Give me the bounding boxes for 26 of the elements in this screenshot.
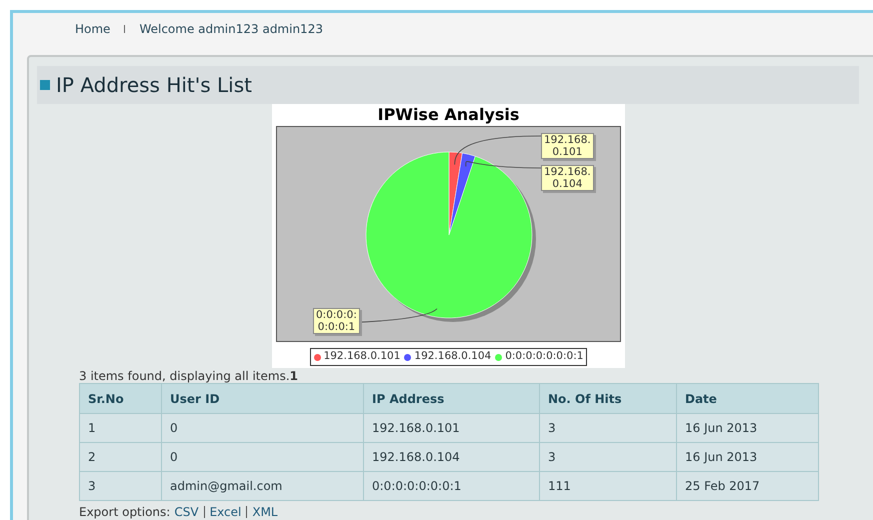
legend-label: 192.168.0.104 (414, 349, 492, 364)
legend-label: 192.168.0.101 (324, 349, 400, 364)
data-label: 192.168.0.104 (541, 165, 594, 191)
square-icon (40, 80, 50, 90)
legend-label: 0:0:0:0:0:0:0:1 (505, 349, 584, 364)
export-link[interactable]: Excel (210, 503, 242, 520)
items-summary: 3 items found, displaying all items.1 (79, 369, 300, 383)
export-link[interactable]: XML (252, 503, 278, 520)
table-cell: 0:0:0:0:0:0:0:1 (364, 472, 540, 500)
data-label: 192.168.0.101 (541, 133, 594, 159)
table-cell: 25 Feb 2017 (676, 472, 818, 500)
table-cell: 111 (540, 472, 676, 500)
column-header: Sr.No (80, 384, 162, 414)
column-header: User ID (162, 384, 364, 414)
column-header: Date (676, 384, 818, 414)
export-link[interactable]: CSV (174, 503, 199, 520)
data-label: 0:0:0:0:0:0:0:1 (313, 308, 360, 334)
table-cell: admin@gmail.com (162, 472, 364, 500)
chart-title: IPWise Analysis (378, 104, 520, 126)
column-header: No. Of Hits (540, 384, 676, 414)
column-header: IP Address (364, 384, 540, 414)
panel-title: IP Address Hit's List (56, 72, 252, 99)
breadcrumb-link[interactable]: Welcome admin123 admin123 (139, 20, 323, 38)
export-label: Export options: (79, 504, 170, 520)
table-cell: 3 (80, 472, 162, 500)
breadcrumb-link[interactable]: Home (75, 20, 110, 38)
